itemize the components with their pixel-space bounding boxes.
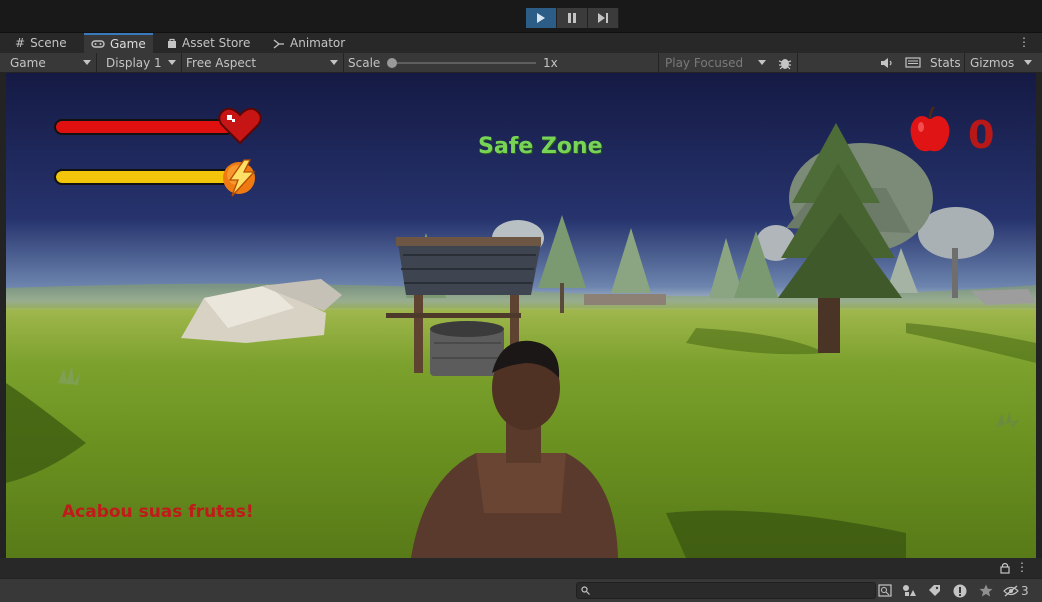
search-icon (581, 586, 590, 595)
scale-label: Scale (348, 55, 381, 70)
energy-bar-fill (56, 171, 232, 183)
tab-game[interactable]: Game (84, 33, 153, 53)
tab-label: Scene (30, 36, 67, 50)
kebab-menu-icon[interactable]: ⋮ (1016, 560, 1028, 574)
health-bar-fill (56, 121, 232, 133)
play-toolbar (0, 0, 1042, 33)
lightning-icon (223, 159, 256, 197)
display-select[interactable]: Display 1 (97, 53, 181, 72)
panel-header-bar: ⋮ (0, 558, 1042, 578)
big-tree (778, 123, 933, 353)
hidden-objects-toggle[interactable]: 3 (1003, 582, 1033, 599)
view-tabs: # Scene Game Asset Store Animator ⋮ (0, 33, 1042, 53)
play-mode-value: Play Focused (665, 55, 744, 70)
grass-tuft (58, 365, 80, 385)
unity-editor: # Scene Game Asset Store Animator ⋮ Game… (0, 0, 1042, 602)
tab-label: Animator (290, 36, 346, 50)
keyboard-icon[interactable] (903, 53, 923, 72)
play-icon (537, 13, 545, 23)
apple-icon (910, 106, 950, 152)
game-viewport[interactable]: Safe Zone 0 Acabou suas frutas! (6, 73, 1036, 558)
tab-scene[interactable]: # Scene (8, 33, 74, 53)
search-input[interactable] (576, 582, 876, 599)
favorite-star-icon[interactable] (977, 582, 995, 599)
pause-button[interactable] (557, 8, 588, 28)
search-by-type-icon[interactable] (876, 582, 894, 599)
label-tag-icon[interactable] (925, 582, 943, 599)
kebab-menu-icon[interactable]: ⋮ (1018, 35, 1030, 49)
view-select-value: Game (10, 55, 46, 70)
step-icon (598, 13, 608, 23)
scale-slider-thumb[interactable] (387, 58, 397, 68)
tab-animator[interactable]: Animator (266, 33, 352, 53)
zone-title: Safe Zone (478, 134, 603, 159)
view-select[interactable]: Game (0, 53, 96, 72)
tab-label: Asset Store (182, 36, 251, 50)
pause-icon (568, 13, 576, 23)
warning-icon[interactable] (951, 582, 969, 599)
project-toolbar: 3 (0, 578, 1042, 602)
aspect-select[interactable]: Free Aspect (182, 53, 343, 72)
hidden-count: 3 (1021, 583, 1029, 598)
log (584, 294, 666, 305)
eye-hidden-icon (1003, 585, 1019, 596)
shadow-bottom-right (666, 510, 906, 558)
audio-mute-icon[interactable] (878, 53, 896, 72)
filter-type-icon[interactable] (900, 582, 918, 599)
game-toolbar: Game Display 1 Free Aspect Scale 1x Play… (0, 53, 1042, 73)
aspect-select-value: Free Aspect (186, 55, 257, 70)
status-message: Acabou suas frutas! (62, 502, 254, 522)
stats-button[interactable]: Stats (930, 53, 961, 72)
energy-bar (54, 169, 234, 185)
scale-value: 1x (543, 55, 558, 70)
tab-label: Game (110, 37, 146, 51)
tab-asset-store[interactable]: Asset Store (160, 33, 257, 53)
bug-icon[interactable] (776, 53, 794, 72)
heart-icon (218, 107, 262, 145)
display-select-value: Display 1 (106, 55, 162, 70)
viewport-right-border (1036, 73, 1042, 558)
animator-icon (273, 38, 284, 49)
play-button[interactable] (526, 8, 557, 28)
bag-icon (168, 38, 176, 48)
playmode-controls (526, 8, 620, 28)
gizmos-label: Gizmos (970, 55, 1015, 70)
fruit-counter: 0 (968, 113, 995, 157)
step-button[interactable] (588, 8, 619, 28)
scale-slider-track[interactable] (391, 62, 536, 64)
shadow-left (6, 383, 86, 483)
gamepad-icon (91, 40, 105, 48)
health-bar (54, 119, 234, 135)
lock-icon[interactable] (1000, 562, 1010, 574)
play-mode-select[interactable]: Play Focused (659, 53, 771, 72)
gizmos-select[interactable]: Gizmos (965, 53, 1037, 72)
grid-icon: # (15, 36, 26, 50)
